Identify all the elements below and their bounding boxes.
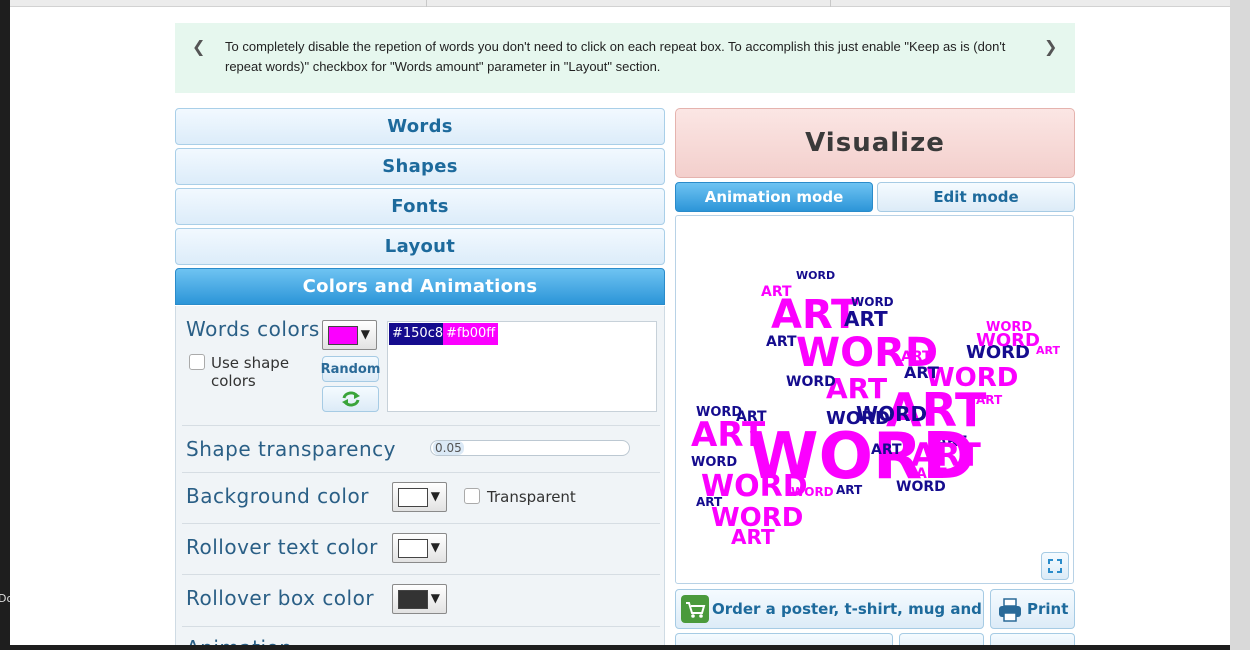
print-label: Print — [1027, 600, 1069, 618]
tip-text: To completely disable the repetion of wo… — [225, 39, 1006, 74]
svg-text:ART: ART — [871, 442, 902, 458]
expand-icon — [1048, 559, 1062, 573]
background-color-label: Background color — [186, 484, 369, 508]
svg-text:WORD: WORD — [826, 408, 890, 429]
chevron-down-icon: ▼ — [430, 540, 440, 554]
animation-label: Animation — [186, 636, 292, 645]
fullscreen-button[interactable] — [1041, 552, 1069, 580]
cart-icon — [681, 595, 709, 623]
svg-text:WORD: WORD — [986, 320, 1032, 335]
page: ❮ To completely disable the repetion of … — [10, 0, 1230, 645]
section-words[interactable]: Words — [175, 108, 665, 145]
use-shape-colors-label: Use shape colors — [211, 354, 290, 390]
colors-animations-panel: Words colors ▼ Use shape colors Random #… — [175, 306, 665, 645]
tip-next-arrow-icon[interactable]: ❯ — [1044, 37, 1057, 56]
words-color-picker[interactable]: ▼ — [322, 320, 377, 350]
svg-text:WORD: WORD — [791, 485, 834, 499]
chevron-down-icon: ▼ — [430, 489, 440, 503]
shape-transparency-label: Shape transparency — [186, 437, 396, 461]
section-words-label: Words — [387, 116, 453, 137]
section-fonts[interactable]: Fonts — [175, 188, 665, 225]
visualize-label: Visualize — [805, 128, 945, 158]
svg-text:ART: ART — [731, 525, 775, 549]
print-button[interactable]: Print — [990, 589, 1075, 629]
top-strip — [10, 0, 1230, 7]
printer-icon — [996, 596, 1024, 624]
svg-text:ART: ART — [1036, 344, 1060, 357]
svg-text:ART: ART — [904, 363, 939, 382]
section-shapes-label: Shapes — [382, 156, 458, 177]
visualize-button[interactable]: Visualize — [675, 108, 1075, 178]
words-colors-list[interactable]: #150c8e #fb00ff — [387, 321, 657, 412]
section-layout[interactable]: Layout — [175, 228, 665, 265]
cut-off-button[interactable] — [675, 633, 893, 645]
shape-transparency-slider[interactable]: 0.05 — [430, 440, 630, 456]
cut-off-button[interactable] — [899, 633, 984, 645]
divider — [182, 425, 660, 426]
refresh-icon — [341, 391, 360, 407]
background-color-picker[interactable]: ▼ — [392, 482, 447, 512]
transparent-label: Transparent — [487, 488, 576, 506]
shape-transparency-value: 0.05 — [433, 441, 464, 455]
cut-off-button[interactable] — [990, 633, 1075, 645]
refresh-colors-button[interactable] — [322, 386, 379, 412]
section-shapes[interactable]: Shapes — [175, 148, 665, 185]
edit-mode-label: Edit mode — [933, 188, 1019, 206]
svg-text:WORD: WORD — [691, 455, 737, 470]
left-window-edge: Do — [0, 0, 13, 650]
divider — [182, 626, 660, 627]
transparent-checkbox[interactable] — [464, 488, 480, 504]
section-layout-label: Layout — [384, 236, 456, 257]
svg-text:ART: ART — [736, 409, 767, 425]
chevron-down-icon: ▼ — [430, 591, 440, 605]
word-cloud-image: ART WORD ART ART WORD ART WORD WORD WORD… — [691, 269, 1060, 549]
rollover-box-color-picker[interactable]: ▼ — [392, 584, 447, 614]
svg-text:ART: ART — [766, 334, 797, 350]
section-colors-animations[interactable]: Colors and Animations — [175, 268, 665, 305]
svg-text:ART: ART — [696, 495, 723, 509]
rollover-box-color-label: Rollover box color — [186, 586, 375, 610]
random-colors-label: Random — [320, 361, 381, 377]
order-merch-button[interactable]: Order a poster, t-shirt, mug and more — [675, 589, 984, 629]
svg-text:WORD: WORD — [796, 269, 835, 282]
rollover-text-color-swatch — [398, 539, 428, 558]
scrollbar-track[interactable] — [1230, 0, 1250, 650]
divider — [182, 472, 660, 473]
tip-prev-arrow-icon[interactable]: ❮ — [192, 37, 205, 56]
svg-text:ART: ART — [916, 466, 947, 482]
edit-mode-tab[interactable]: Edit mode — [877, 182, 1075, 212]
tip-banner: ❮ To completely disable the repetion of … — [175, 23, 1075, 93]
use-shape-colors-checkbox[interactable] — [189, 354, 205, 370]
animation-mode-tab[interactable]: Animation mode — [675, 182, 873, 212]
rollover-box-color-swatch — [398, 590, 428, 609]
section-colors-animations-label: Colors and Animations — [302, 276, 538, 297]
svg-text:WORD: WORD — [786, 374, 836, 390]
rollover-text-color-label: Rollover text color — [186, 535, 378, 559]
svg-text:ART: ART — [976, 393, 1003, 407]
words-colors-label: Words colors — [186, 317, 320, 341]
svg-text:WORD: WORD — [851, 295, 894, 309]
rollover-text-color-picker[interactable]: ▼ — [392, 533, 447, 563]
divider — [182, 523, 660, 524]
order-merch-label: Order a poster, t-shirt, mug and more — [712, 600, 983, 618]
background-color-swatch — [398, 488, 428, 507]
animation-mode-label: Animation mode — [704, 188, 844, 206]
svg-text:ART: ART — [761, 284, 792, 300]
section-fonts-label: Fonts — [391, 196, 449, 217]
chevron-down-icon: ▼ — [360, 327, 370, 341]
words-color-swatch — [328, 326, 358, 345]
color-chip[interactable]: #fb00ff — [443, 323, 499, 345]
tab-separator — [426, 0, 427, 7]
svg-text:ART: ART — [844, 307, 888, 331]
divider — [182, 574, 660, 575]
tab-separator — [830, 0, 831, 7]
random-colors-button[interactable]: Random — [320, 356, 381, 382]
svg-text:ART: ART — [836, 483, 863, 497]
svg-text:WORD: WORD — [926, 363, 1018, 393]
word-cloud-canvas[interactable]: ART WORD ART ART WORD ART WORD WORD WORD… — [675, 215, 1074, 584]
